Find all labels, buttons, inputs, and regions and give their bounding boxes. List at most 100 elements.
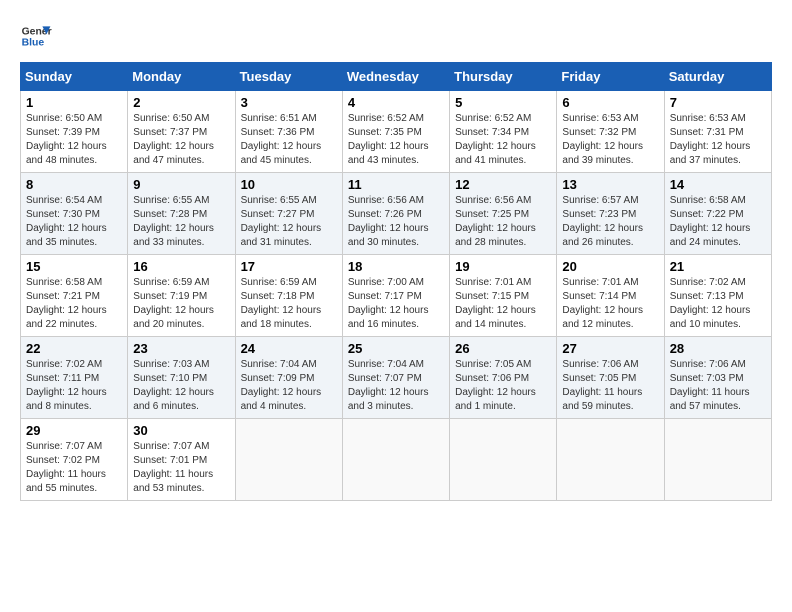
day-number: 4 (348, 95, 444, 110)
day-info: Sunrise: 7:05 AMSunset: 7:06 PMDaylight:… (455, 359, 536, 412)
day-info: Sunrise: 7:04 AMSunset: 7:09 PMDaylight:… (241, 359, 322, 412)
day-info: Sunrise: 6:56 AMSunset: 7:25 PMDaylight:… (455, 195, 536, 248)
calendar-day-cell: 26 Sunrise: 7:05 AMSunset: 7:06 PMDaylig… (450, 337, 557, 419)
day-info: Sunrise: 6:58 AMSunset: 7:21 PMDaylight:… (26, 277, 107, 330)
day-number: 11 (348, 177, 444, 192)
day-number: 21 (670, 259, 766, 274)
day-number: 10 (241, 177, 337, 192)
calendar-day-cell: 15 Sunrise: 6:58 AMSunset: 7:21 PMDaylig… (21, 255, 128, 337)
calendar-day-cell: 28 Sunrise: 7:06 AMSunset: 7:03 PMDaylig… (664, 337, 771, 419)
calendar-day-cell: 13 Sunrise: 6:57 AMSunset: 7:23 PMDaylig… (557, 173, 664, 255)
day-info: Sunrise: 6:54 AMSunset: 7:30 PMDaylight:… (26, 195, 107, 248)
day-number: 15 (26, 259, 122, 274)
weekday-header: Saturday (664, 63, 771, 91)
day-info: Sunrise: 7:03 AMSunset: 7:10 PMDaylight:… (133, 359, 214, 412)
day-number: 2 (133, 95, 229, 110)
day-info: Sunrise: 6:55 AMSunset: 7:28 PMDaylight:… (133, 195, 214, 248)
day-number: 28 (670, 341, 766, 356)
calendar-day-cell: 4 Sunrise: 6:52 AMSunset: 7:35 PMDayligh… (342, 91, 449, 173)
day-info: Sunrise: 7:07 AMSunset: 7:02 PMDaylight:… (26, 441, 106, 494)
day-number: 18 (348, 259, 444, 274)
logo: General Blue (20, 20, 52, 52)
day-number: 25 (348, 341, 444, 356)
calendar-day-cell: 24 Sunrise: 7:04 AMSunset: 7:09 PMDaylig… (235, 337, 342, 419)
day-number: 22 (26, 341, 122, 356)
calendar-day-cell: 25 Sunrise: 7:04 AMSunset: 7:07 PMDaylig… (342, 337, 449, 419)
calendar-header-row: SundayMondayTuesdayWednesdayThursdayFrid… (21, 63, 772, 91)
day-number: 29 (26, 423, 122, 438)
day-info: Sunrise: 7:06 AMSunset: 7:03 PMDaylight:… (670, 359, 750, 412)
weekday-header: Friday (557, 63, 664, 91)
day-info: Sunrise: 6:56 AMSunset: 7:26 PMDaylight:… (348, 195, 429, 248)
day-number: 19 (455, 259, 551, 274)
day-info: Sunrise: 6:52 AMSunset: 7:34 PMDaylight:… (455, 113, 536, 166)
calendar-day-cell: 6 Sunrise: 6:53 AMSunset: 7:32 PMDayligh… (557, 91, 664, 173)
day-number: 9 (133, 177, 229, 192)
day-info: Sunrise: 6:51 AMSunset: 7:36 PMDaylight:… (241, 113, 322, 166)
day-info: Sunrise: 6:57 AMSunset: 7:23 PMDaylight:… (562, 195, 643, 248)
calendar-day-cell: 19 Sunrise: 7:01 AMSunset: 7:15 PMDaylig… (450, 255, 557, 337)
day-number: 24 (241, 341, 337, 356)
day-number: 27 (562, 341, 658, 356)
day-number: 26 (455, 341, 551, 356)
day-number: 30 (133, 423, 229, 438)
weekday-header: Thursday (450, 63, 557, 91)
day-number: 6 (562, 95, 658, 110)
calendar-day-cell: 18 Sunrise: 7:00 AMSunset: 7:17 PMDaylig… (342, 255, 449, 337)
day-info: Sunrise: 7:07 AMSunset: 7:01 PMDaylight:… (133, 441, 213, 494)
day-info: Sunrise: 6:58 AMSunset: 7:22 PMDaylight:… (670, 195, 751, 248)
day-info: Sunrise: 6:53 AMSunset: 7:32 PMDaylight:… (562, 113, 643, 166)
calendar-day-cell (664, 419, 771, 501)
day-number: 16 (133, 259, 229, 274)
calendar-week-row: 1 Sunrise: 6:50 AMSunset: 7:39 PMDayligh… (21, 91, 772, 173)
calendar-day-cell: 17 Sunrise: 6:59 AMSunset: 7:18 PMDaylig… (235, 255, 342, 337)
calendar-day-cell: 20 Sunrise: 7:01 AMSunset: 7:14 PMDaylig… (557, 255, 664, 337)
calendar-day-cell: 29 Sunrise: 7:07 AMSunset: 7:02 PMDaylig… (21, 419, 128, 501)
calendar-day-cell: 30 Sunrise: 7:07 AMSunset: 7:01 PMDaylig… (128, 419, 235, 501)
day-info: Sunrise: 6:55 AMSunset: 7:27 PMDaylight:… (241, 195, 322, 248)
calendar-day-cell: 11 Sunrise: 6:56 AMSunset: 7:26 PMDaylig… (342, 173, 449, 255)
day-info: Sunrise: 7:02 AMSunset: 7:13 PMDaylight:… (670, 277, 751, 330)
day-info: Sunrise: 7:06 AMSunset: 7:05 PMDaylight:… (562, 359, 642, 412)
calendar-day-cell (557, 419, 664, 501)
day-info: Sunrise: 6:50 AMSunset: 7:37 PMDaylight:… (133, 113, 214, 166)
day-number: 3 (241, 95, 337, 110)
calendar-day-cell (342, 419, 449, 501)
weekday-header: Wednesday (342, 63, 449, 91)
calendar-day-cell (235, 419, 342, 501)
calendar-day-cell: 9 Sunrise: 6:55 AMSunset: 7:28 PMDayligh… (128, 173, 235, 255)
day-number: 1 (26, 95, 122, 110)
weekday-header: Sunday (21, 63, 128, 91)
logo-icon: General Blue (20, 20, 52, 52)
calendar-week-row: 29 Sunrise: 7:07 AMSunset: 7:02 PMDaylig… (21, 419, 772, 501)
calendar-day-cell: 3 Sunrise: 6:51 AMSunset: 7:36 PMDayligh… (235, 91, 342, 173)
day-number: 12 (455, 177, 551, 192)
day-number: 23 (133, 341, 229, 356)
day-info: Sunrise: 6:52 AMSunset: 7:35 PMDaylight:… (348, 113, 429, 166)
calendar-day-cell: 21 Sunrise: 7:02 AMSunset: 7:13 PMDaylig… (664, 255, 771, 337)
calendar-day-cell: 16 Sunrise: 6:59 AMSunset: 7:19 PMDaylig… (128, 255, 235, 337)
day-number: 14 (670, 177, 766, 192)
calendar-week-row: 22 Sunrise: 7:02 AMSunset: 7:11 PMDaylig… (21, 337, 772, 419)
calendar-week-row: 15 Sunrise: 6:58 AMSunset: 7:21 PMDaylig… (21, 255, 772, 337)
svg-text:Blue: Blue (22, 38, 45, 49)
day-number: 7 (670, 95, 766, 110)
calendar-day-cell: 7 Sunrise: 6:53 AMSunset: 7:31 PMDayligh… (664, 91, 771, 173)
day-info: Sunrise: 6:59 AMSunset: 7:19 PMDaylight:… (133, 277, 214, 330)
day-number: 5 (455, 95, 551, 110)
day-info: Sunrise: 7:04 AMSunset: 7:07 PMDaylight:… (348, 359, 429, 412)
weekday-header: Monday (128, 63, 235, 91)
calendar-day-cell: 2 Sunrise: 6:50 AMSunset: 7:37 PMDayligh… (128, 91, 235, 173)
calendar-day-cell (450, 419, 557, 501)
calendar-day-cell: 8 Sunrise: 6:54 AMSunset: 7:30 PMDayligh… (21, 173, 128, 255)
day-info: Sunrise: 6:59 AMSunset: 7:18 PMDaylight:… (241, 277, 322, 330)
page-header: General Blue (20, 20, 772, 52)
calendar-day-cell: 14 Sunrise: 6:58 AMSunset: 7:22 PMDaylig… (664, 173, 771, 255)
day-info: Sunrise: 7:01 AMSunset: 7:14 PMDaylight:… (562, 277, 643, 330)
calendar-day-cell: 23 Sunrise: 7:03 AMSunset: 7:10 PMDaylig… (128, 337, 235, 419)
calendar-table: SundayMondayTuesdayWednesdayThursdayFrid… (20, 62, 772, 501)
day-number: 13 (562, 177, 658, 192)
calendar-day-cell: 1 Sunrise: 6:50 AMSunset: 7:39 PMDayligh… (21, 91, 128, 173)
calendar-week-row: 8 Sunrise: 6:54 AMSunset: 7:30 PMDayligh… (21, 173, 772, 255)
day-info: Sunrise: 7:02 AMSunset: 7:11 PMDaylight:… (26, 359, 107, 412)
